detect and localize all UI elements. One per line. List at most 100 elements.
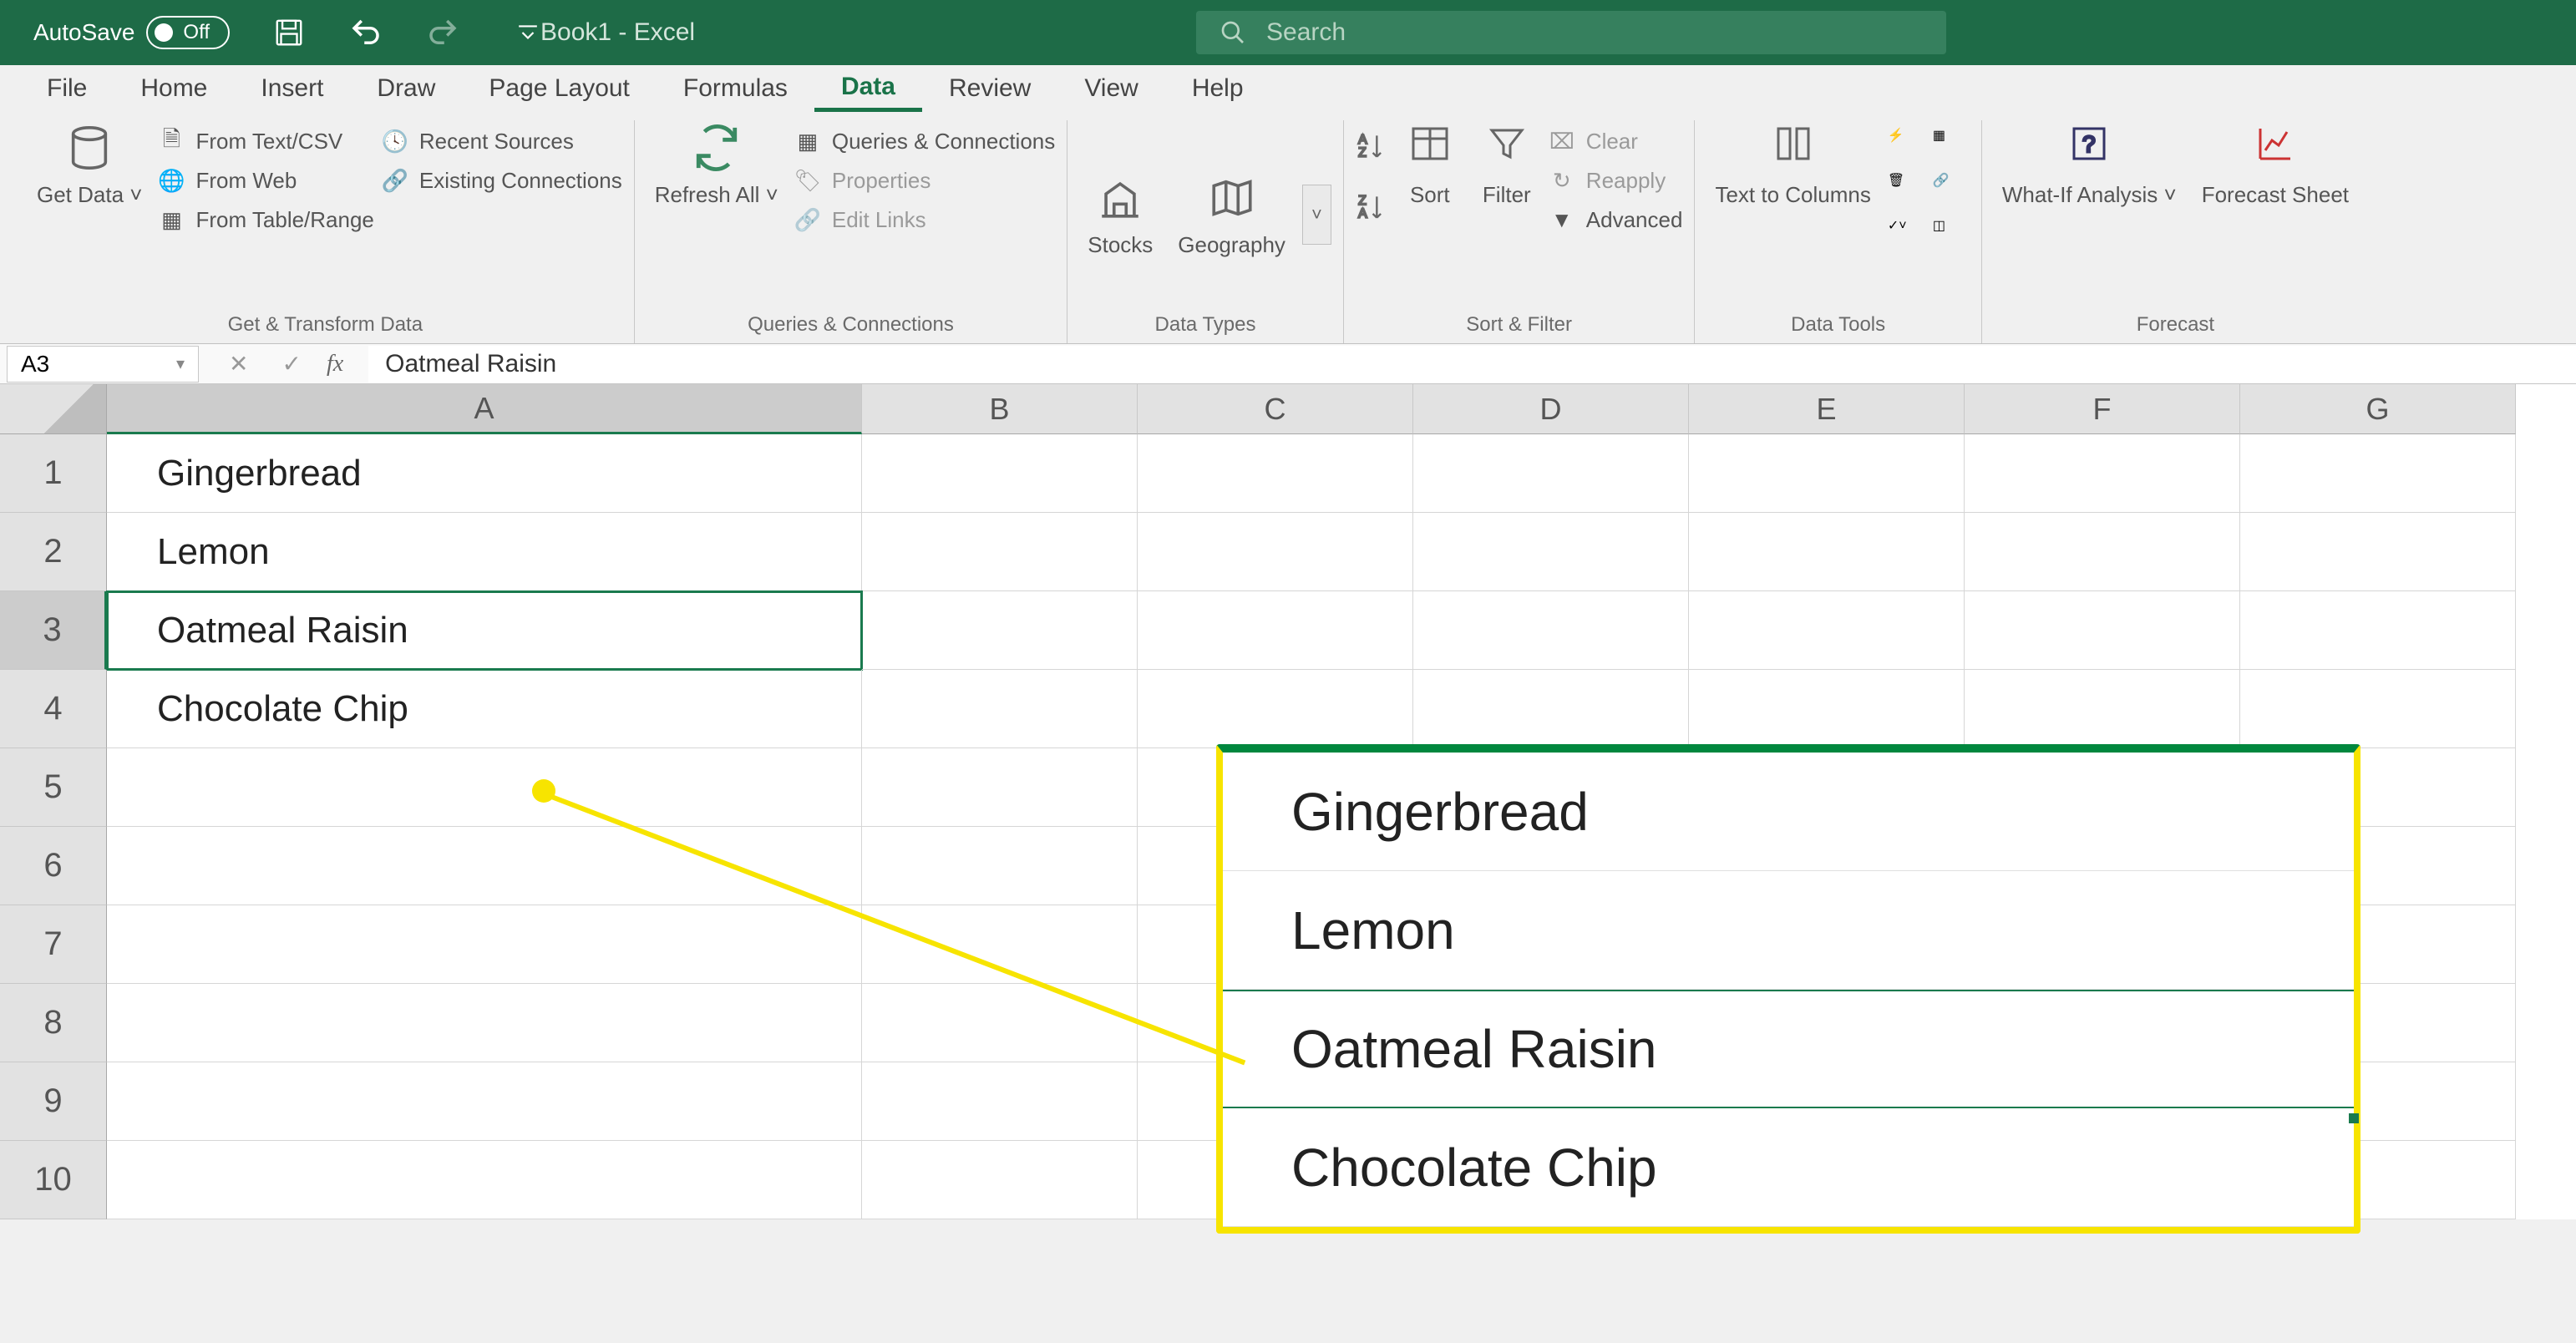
properties-icon: 🏷: [795, 169, 820, 194]
edit-links-button[interactable]: 🔗Edit Links: [795, 207, 1055, 233]
from-text-csv-button[interactable]: 🗎From Text/CSV: [159, 129, 373, 155]
forecast-icon: [2249, 124, 2301, 175]
reapply-icon: ↻: [1549, 169, 1575, 194]
row-header-1[interactable]: 1: [0, 434, 107, 513]
data-validation-icon[interactable]: ✓˅: [1888, 217, 1924, 254]
group-data-tools: Data Tools: [1706, 308, 1969, 343]
queries-icon: ▦: [795, 129, 820, 155]
col-header-A[interactable]: A: [107, 384, 862, 434]
filter-icon: [1481, 124, 1533, 175]
tab-page-layout[interactable]: Page Layout: [462, 66, 656, 109]
from-web-button[interactable]: 🌐From Web: [159, 168, 373, 194]
col-header-C[interactable]: C: [1138, 384, 1413, 434]
col-header-E[interactable]: E: [1689, 384, 1965, 434]
cell-A2[interactable]: Lemon: [107, 513, 862, 591]
tab-review[interactable]: Review: [922, 66, 1057, 109]
data-model-icon[interactable]: ◫: [1933, 217, 1970, 254]
sort-button[interactable]: Sort: [1396, 120, 1464, 208]
row-header-10[interactable]: 10: [0, 1141, 107, 1219]
forecast-sheet-button[interactable]: Forecast Sheet: [2193, 120, 2357, 208]
enter-icon[interactable]: ✓: [281, 350, 301, 378]
save-icon[interactable]: [271, 15, 307, 50]
get-data-button[interactable]: Get Data ˅: [28, 120, 150, 208]
cell-B now[interactable]: [862, 434, 1138, 513]
callout-item: Chocolate Chip: [1223, 1108, 2354, 1227]
formula-bar: A3 ▾ ✕ ✓ fx: [0, 344, 2576, 384]
advanced-icon: ▼: [1549, 208, 1575, 233]
col-header-B[interactable]: B: [862, 384, 1138, 434]
geography-button[interactable]: Geography: [1169, 170, 1294, 258]
group-queries: Queries & Connections: [647, 308, 1056, 343]
col-header-G[interactable]: G: [2240, 384, 2516, 434]
window-title: Book1 - Excel: [540, 18, 695, 47]
stocks-button[interactable]: Stocks: [1079, 170, 1161, 258]
tab-draw[interactable]: Draw: [350, 66, 462, 109]
row-header-3[interactable]: 3: [0, 591, 107, 670]
clear-icon: ⌧: [1549, 129, 1575, 155]
name-box[interactable]: A3 ▾: [7, 346, 199, 383]
tab-help[interactable]: Help: [1165, 66, 1270, 109]
flash-fill-icon[interactable]: ⚡: [1888, 127, 1924, 164]
clear-filter-button[interactable]: ⌧Clear: [1549, 129, 1683, 155]
col-header-D[interactable]: D: [1413, 384, 1689, 434]
formula-input[interactable]: [368, 346, 2576, 383]
callout-item: Gingerbread: [1223, 753, 2354, 871]
text-csv-icon: 🗎: [159, 129, 184, 155]
database-icon: [63, 124, 115, 175]
queries-connections-button[interactable]: ▦Queries & Connections: [795, 129, 1055, 155]
cancel-icon[interactable]: ✕: [229, 350, 248, 378]
col-header-F[interactable]: F: [1965, 384, 2240, 434]
group-get-transform: Get & Transform Data: [28, 308, 622, 343]
autosave-label: AutoSave: [33, 19, 134, 46]
autosave-toggle[interactable]: Off: [146, 16, 230, 49]
sort-asc-icon[interactable]: AZ: [1356, 130, 1387, 166]
sort-icon: [1404, 124, 1456, 175]
relationships-icon[interactable]: 🔗: [1933, 172, 1970, 209]
search-box[interactable]: Search: [1196, 11, 1946, 54]
advanced-button[interactable]: ▼Advanced: [1549, 207, 1683, 233]
row-header-9[interactable]: 9: [0, 1062, 107, 1141]
cell-A3[interactable]: Oatmeal Raisin: [107, 591, 862, 670]
text-to-columns-button[interactable]: Text to Columns: [1706, 120, 1879, 208]
tab-view[interactable]: View: [1057, 66, 1164, 109]
properties-button[interactable]: 🏷Properties: [795, 168, 1055, 194]
tab-file[interactable]: File: [20, 66, 114, 109]
edit-links-icon: 🔗: [795, 208, 820, 233]
what-if-button[interactable]: ? What-If Analysis ˅: [1994, 120, 2185, 208]
callout-zoom: Gingerbread Lemon Oatmeal Raisin Chocola…: [1216, 744, 2360, 1234]
cell-A1[interactable]: Gingerbread: [107, 434, 862, 513]
recent-sources-button[interactable]: 🕓Recent Sources: [383, 129, 622, 155]
undo-icon[interactable]: [348, 15, 383, 50]
fx-icon[interactable]: fx: [327, 351, 343, 378]
data-types-more-button[interactable]: ˅: [1302, 185, 1331, 245]
tab-data[interactable]: Data: [814, 64, 922, 112]
titlebar: AutoSave Off Book1 - Excel Search: [0, 0, 2576, 65]
reapply-button[interactable]: ↻Reapply: [1549, 168, 1683, 194]
row-header-7[interactable]: 7: [0, 905, 107, 984]
redo-icon[interactable]: [425, 15, 460, 50]
refresh-all-button[interactable]: Refresh All ˅: [647, 120, 787, 208]
row-header-5[interactable]: 5: [0, 748, 107, 827]
tab-insert[interactable]: Insert: [234, 66, 350, 109]
table-icon: ▦: [159, 208, 184, 233]
row-header-4[interactable]: 4: [0, 670, 107, 748]
svg-text:A: A: [1358, 133, 1367, 147]
row-header-2[interactable]: 2: [0, 513, 107, 591]
tab-formulas[interactable]: Formulas: [657, 66, 814, 109]
geography-icon: [1206, 174, 1258, 226]
tab-home[interactable]: Home: [114, 66, 234, 109]
consolidate-icon[interactable]: ▦: [1933, 127, 1970, 164]
chevron-down-icon[interactable]: ▾: [176, 353, 185, 374]
row-header-8[interactable]: 8: [0, 984, 107, 1062]
existing-connections-button[interactable]: 🔗Existing Connections: [383, 168, 622, 194]
group-sort-filter: Sort & Filter: [1356, 308, 1683, 343]
select-all-corner[interactable]: [0, 384, 107, 434]
ribbon-tabs: File Home Insert Draw Page Layout Formul…: [0, 65, 2576, 110]
sort-desc-icon[interactable]: ZA: [1356, 191, 1387, 227]
web-icon: 🌐: [159, 169, 184, 194]
filter-button[interactable]: Filter: [1473, 120, 1541, 208]
row-header-6[interactable]: 6: [0, 827, 107, 905]
from-table-range-button[interactable]: ▦From Table/Range: [159, 207, 373, 233]
cell-A4[interactable]: Chocolate Chip: [107, 670, 862, 748]
remove-duplicates-icon[interactable]: 🗑: [1888, 172, 1924, 209]
